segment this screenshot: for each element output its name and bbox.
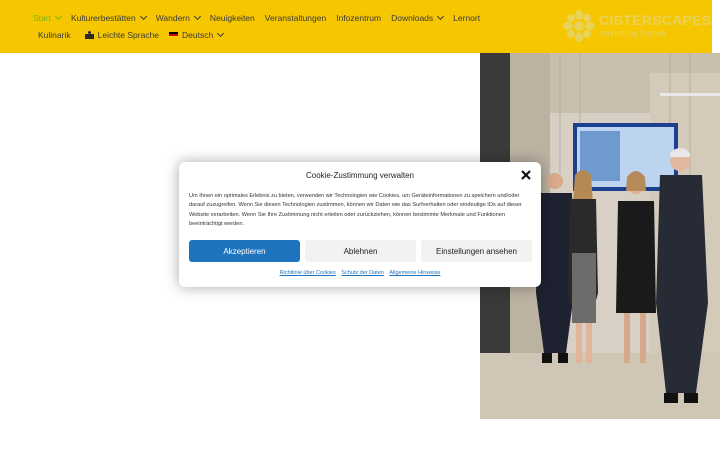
nav-item-kulinarik[interactable]: Kulinarik: [38, 30, 71, 40]
logo-flower-icon: [563, 10, 595, 42]
main-nav: Start Kulturerbestätten Wandern Neuigkei…: [33, 12, 490, 23]
cookie-policy-link[interactable]: Richtlinie über Cookies: [280, 270, 336, 276]
dialog-title: Cookie-Zustimmung verwalten: [305, 171, 415, 180]
language-label: Deutsch: [182, 30, 214, 40]
nav-item-downloads[interactable]: Downloads: [391, 12, 445, 23]
close-icon[interactable]: [520, 169, 532, 181]
logo-tagline: connecting Europe: [599, 29, 666, 38]
logo-name: CISTERSCAPES: [599, 12, 712, 28]
nav-item-kulturerbestaetten[interactable]: Kulturerbestätten: [70, 12, 147, 23]
chevron-down-icon: [437, 12, 445, 21]
dialog-links: Richtlinie über Cookies Schutz der Daten…: [179, 270, 541, 276]
language-switcher[interactable]: Deutsch: [169, 29, 225, 40]
nav-item-label: Wandern: [155, 13, 190, 23]
accept-button[interactable]: Akzeptieren: [189, 240, 300, 262]
nav-item-label: Veranstaltungen: [264, 13, 327, 23]
view-settings-button[interactable]: Einstellungen ansehen: [421, 240, 532, 262]
nav-item-lernort[interactable]: Lernort: [453, 13, 480, 23]
site-header: Start Kulturerbestätten Wandern Neuigkei…: [0, 0, 712, 53]
nav-item-neuigkeiten[interactable]: Neuigkeiten: [210, 13, 255, 23]
nav-item-label: Kulturerbestätten: [70, 13, 136, 23]
cisterscapes-logo[interactable]: CISTERSCAPES connecting Europe: [563, 10, 711, 44]
chevron-down-icon: [139, 12, 147, 21]
nav-item-veranstaltungen[interactable]: Veranstaltungen: [265, 13, 326, 23]
chevron-down-icon: [193, 12, 201, 21]
nav-item-start[interactable]: Start: [33, 12, 62, 23]
chevron-down-icon: [54, 12, 62, 21]
nav-item-label: Leichte Sprache: [97, 30, 160, 40]
nav-item-label: Kulinarik: [38, 30, 71, 40]
secondary-nav: Kulinarik Leichte Sprache Deutsch: [38, 29, 233, 40]
nav-item-label: Neuigkeiten: [209, 13, 255, 23]
nav-item-label: Lernort: [453, 13, 481, 23]
nav-item-wandern[interactable]: Wandern: [155, 12, 201, 23]
german-flag-icon: [169, 32, 179, 38]
cookie-consent-dialog: Cookie-Zustimmung verwalten Um Ihnen ein…: [179, 162, 541, 287]
nav-item-easy-language[interactable]: Leichte Sprache: [84, 30, 160, 40]
nav-item-label: Downloads: [391, 13, 434, 23]
nav-item-infozentrum[interactable]: Infozentrum: [336, 13, 381, 23]
easy-language-icon: [84, 31, 94, 39]
dialog-description: Um Ihnen ein optimales Erlebnis zu biete…: [189, 193, 522, 227]
deny-button[interactable]: Ablehnen: [305, 240, 416, 262]
privacy-link[interactable]: Schutz der Daten: [341, 270, 384, 276]
nav-item-label: Infozentrum: [336, 13, 382, 23]
nav-item-label: Start: [33, 13, 51, 23]
general-notes-link[interactable]: Allgemeine Hinweise: [389, 270, 440, 276]
chevron-down-icon: [217, 29, 225, 38]
